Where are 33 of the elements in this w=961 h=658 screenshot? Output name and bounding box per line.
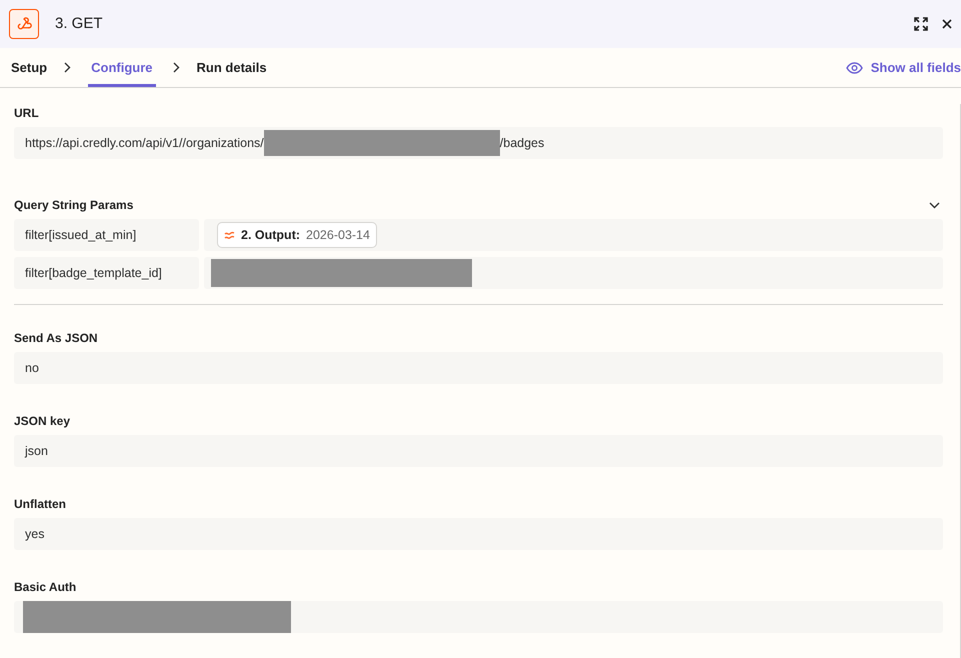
- expand-icon[interactable]: [914, 17, 928, 31]
- url-text: /badges: [500, 134, 544, 152]
- field-label: Send As JSON: [14, 330, 99, 347]
- param-key-field[interactable]: filter[badge_template_id]: [14, 257, 199, 289]
- input-field[interactable]: no: [14, 352, 943, 384]
- field-label: Basic Auth: [14, 579, 78, 596]
- step-tab[interactable]: Setup: [11, 48, 48, 87]
- input-field[interactable]: json: [14, 435, 943, 467]
- wave-icon: [224, 230, 235, 240]
- field-label: Query String Params: [14, 197, 134, 214]
- token-value: 2026-03-14: [306, 226, 370, 244]
- chevron-right-icon: [64, 62, 72, 73]
- param-key-field[interactable]: filter[issued_at_min]: [14, 219, 199, 251]
- eye-icon: [846, 62, 863, 74]
- chevron-down-icon[interactable]: [929, 202, 940, 208]
- chevron-right-icon: [172, 62, 180, 73]
- field-label: JSON key: [14, 413, 72, 430]
- field-label: Unflatten: [14, 496, 67, 513]
- token-label: 2. Output:: [241, 226, 300, 244]
- param-value-field[interactable]: 2. Output: 2026-03-14: [204, 219, 943, 251]
- step-tab[interactable]: Configure: [88, 48, 156, 87]
- show-all-fields-link[interactable]: Show all fields: [846, 48, 961, 87]
- param-value-field[interactable]: [204, 257, 943, 289]
- step-title: 3. GET: [55, 14, 103, 34]
- input-field[interactable]: yes: [14, 518, 943, 550]
- webhook-icon: [9, 9, 39, 39]
- url-text: https://api.credly.com/api/v1//organizations/: [25, 134, 264, 152]
- step-tab[interactable]: Run details: [196, 48, 267, 87]
- close-icon[interactable]: [942, 19, 952, 29]
- output-token[interactable]: 2. Output: 2026-03-14: [217, 222, 377, 248]
- field-label: URL: [14, 105, 40, 122]
- input-field[interactable]: [14, 601, 943, 633]
- url-field[interactable]: https://api.credly.com/api/v1//organizations/ /badges: [14, 127, 943, 159]
